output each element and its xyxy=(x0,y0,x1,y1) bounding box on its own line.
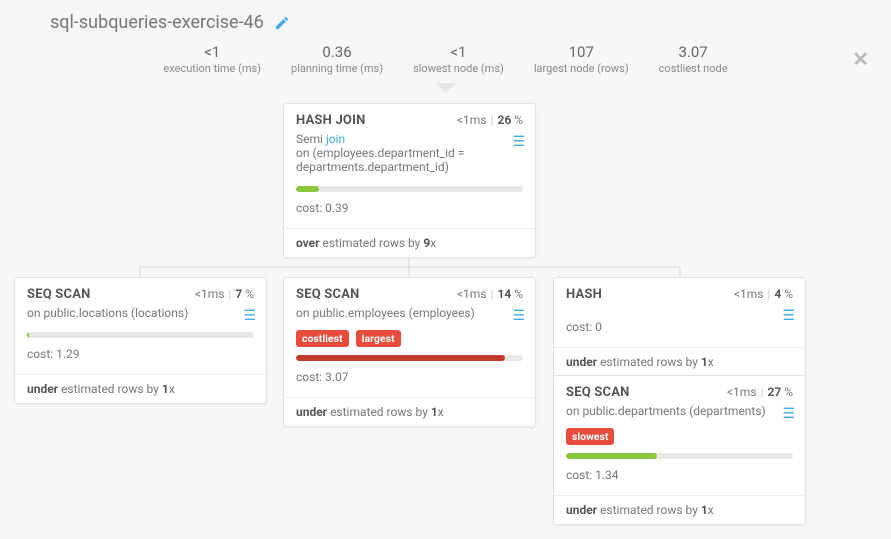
node-body: on public.locations (locations) ☰ xyxy=(15,306,266,326)
database-icon[interactable]: ☰ xyxy=(512,308,525,324)
node-body: on public.employees (employees) ☰ xyxy=(284,306,535,326)
cost-row: cost: 1.34 xyxy=(554,461,805,489)
stat-label: execution time (ms) xyxy=(163,62,261,75)
close-icon[interactable]: ✕ xyxy=(852,47,869,71)
node-body: on public.departments (departments) ☰ xyxy=(554,404,805,424)
node-body: Semi join on (employees.department_id = … xyxy=(284,132,535,180)
page-title: sql-subqueries-exercise-46 xyxy=(50,12,264,33)
stat-value: <1 xyxy=(413,43,504,61)
cost-row: cost: 1.29 xyxy=(15,340,266,368)
stat-slowest: <1 slowest node (ms) xyxy=(413,43,504,75)
node-tags: costliest largest xyxy=(284,326,535,349)
tag-largest: largest xyxy=(356,330,401,347)
database-icon[interactable]: ☰ xyxy=(782,308,795,324)
stat-value: 0.36 xyxy=(291,43,383,61)
cost-row: cost: 0 xyxy=(554,320,805,341)
progress-bar xyxy=(284,180,535,194)
node-metrics: <1ms|26 % xyxy=(457,113,523,127)
cost-row: cost: 3.07 xyxy=(284,363,535,391)
node-title: HASH xyxy=(566,287,602,302)
edit-icon[interactable] xyxy=(274,15,290,31)
stat-largest: 107 largest node (rows) xyxy=(534,43,629,75)
stat-exec-time: <1 execution time (ms) xyxy=(163,43,261,75)
plan-canvas: HASH JOIN <1ms|26 % Semi join on (employ… xyxy=(0,97,891,527)
node-title: SEQ SCAN xyxy=(566,385,630,400)
estimate-row: under estimated rows by 1x xyxy=(15,375,266,403)
estimate-row: under estimated rows by 1x xyxy=(554,496,805,524)
estimate-row: under estimated rows by 1x xyxy=(554,348,805,376)
progress-bar xyxy=(554,447,805,461)
node-title: SEQ SCAN xyxy=(27,287,91,302)
stat-value: 3.07 xyxy=(659,43,728,61)
tag-slowest: slowest xyxy=(566,428,614,445)
node-metrics: <1ms|14 % xyxy=(457,287,523,301)
database-icon[interactable]: ☰ xyxy=(782,406,795,422)
database-icon[interactable]: ☰ xyxy=(512,134,525,150)
stat-costliest: 3.07 costliest node xyxy=(659,43,728,75)
stat-value: <1 xyxy=(163,43,261,61)
node-hash-join[interactable]: HASH JOIN <1ms|26 % Semi join on (employ… xyxy=(283,103,536,258)
stat-label: planning time (ms) xyxy=(291,62,383,75)
stat-value: 107 xyxy=(534,43,629,61)
node-metrics: <1ms|4 % xyxy=(734,287,793,301)
node-header: SEQ SCAN <1ms|27 % xyxy=(554,376,805,404)
stat-plan-time: 0.36 planning time (ms) xyxy=(291,43,383,75)
estimate-row: over estimated rows by 9x xyxy=(284,229,535,257)
header: sql-subqueries-exercise-46 xyxy=(0,0,891,37)
stat-label: slowest node (ms) xyxy=(413,62,504,75)
tag-costliest: costliest xyxy=(296,330,349,347)
progress-bar xyxy=(15,326,266,340)
cost-row: cost: 0.39 xyxy=(284,194,535,222)
stat-label: costliest node xyxy=(659,62,728,75)
node-seqscan-departments[interactable]: SEQ SCAN <1ms|27 % on public.departments… xyxy=(553,375,806,525)
node-title: SEQ SCAN xyxy=(296,287,360,302)
progress-bar xyxy=(284,349,535,363)
node-seqscan-employees[interactable]: SEQ SCAN <1ms|14 % on public.employees (… xyxy=(283,277,536,427)
node-header: HASH <1ms|4 % xyxy=(554,278,805,306)
node-seqscan-locations[interactable]: SEQ SCAN <1ms|7 % on public.locations (l… xyxy=(14,277,267,404)
estimate-row: under estimated rows by 1x xyxy=(284,398,535,426)
node-metrics: <1ms|27 % xyxy=(727,385,793,399)
node-tags: slowest xyxy=(554,424,805,447)
pointer-down-icon xyxy=(436,83,456,93)
stats-bar: <1 execution time (ms) 0.36 planning tim… xyxy=(0,37,891,87)
node-metrics: <1ms|7 % xyxy=(195,287,254,301)
node-hash[interactable]: HASH <1ms|4 % ☰ cost: 0 under estimated … xyxy=(553,277,806,377)
node-header: SEQ SCAN <1ms|7 % xyxy=(15,278,266,306)
node-title: HASH JOIN xyxy=(296,113,365,128)
database-icon[interactable]: ☰ xyxy=(243,308,256,324)
node-header: SEQ SCAN <1ms|14 % xyxy=(284,278,535,306)
node-body: ☰ xyxy=(554,306,805,320)
node-header: HASH JOIN <1ms|26 % xyxy=(284,104,535,132)
stat-label: largest node (rows) xyxy=(534,62,629,75)
